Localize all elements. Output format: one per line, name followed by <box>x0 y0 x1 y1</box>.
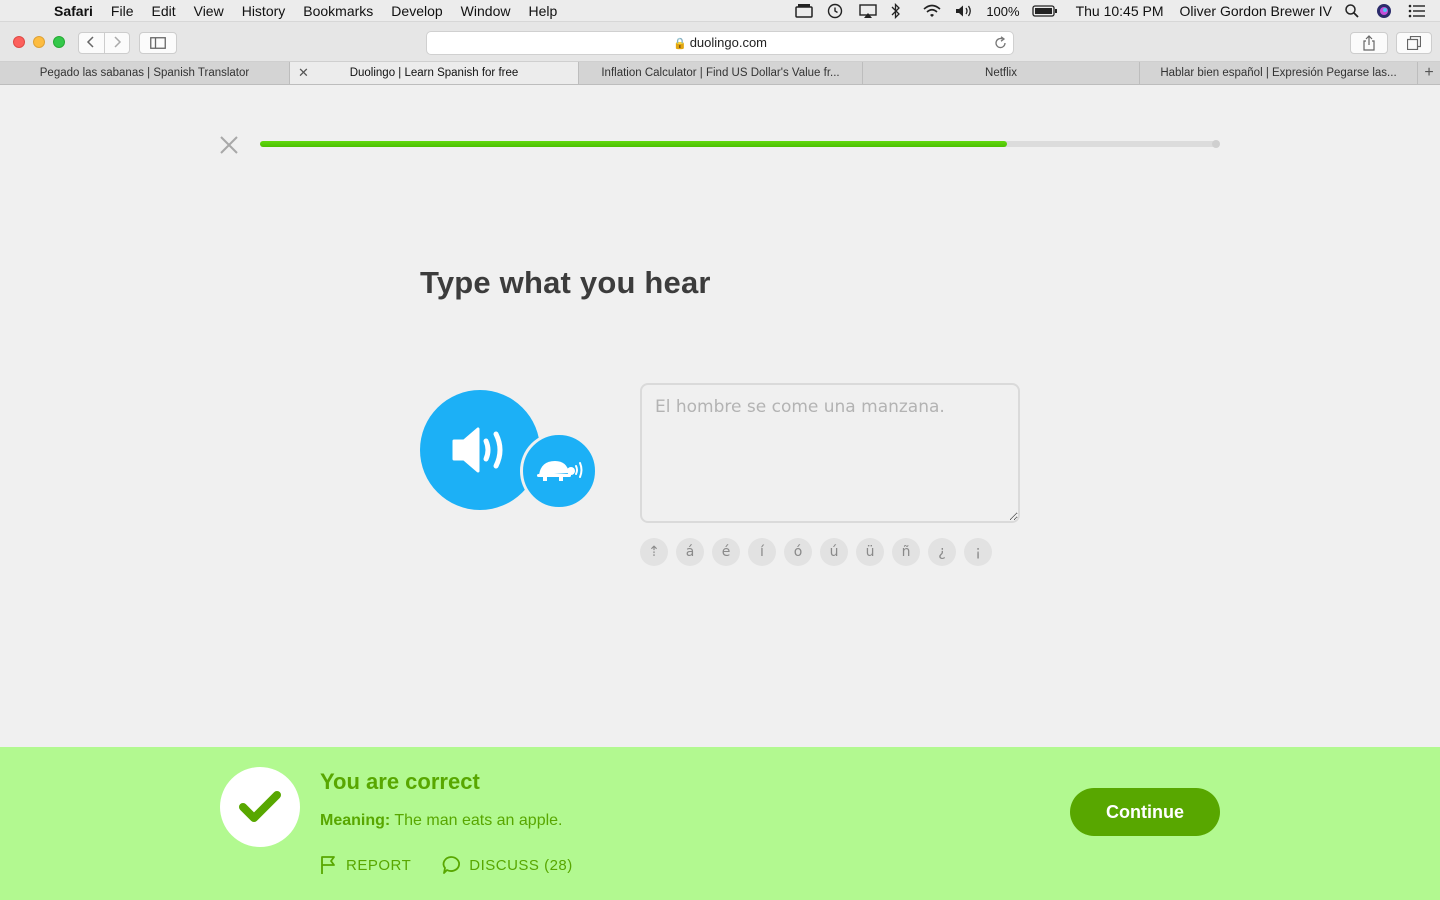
report-button[interactable]: REPORT <box>320 855 411 875</box>
play-audio-button[interactable] <box>420 390 540 510</box>
char-key-o-acute[interactable]: ó <box>784 538 812 566</box>
browser-tab[interactable]: Inflation Calculator | Find US Dollar's … <box>579 62 863 84</box>
clock[interactable]: Thu 10:45 PM <box>1076 3 1164 19</box>
tab-overview-button[interactable] <box>1396 32 1432 54</box>
lock-icon: 🔒 <box>672 38 687 50</box>
spotlight-search-icon[interactable] <box>1344 3 1364 19</box>
siri-icon[interactable] <box>1376 3 1396 19</box>
feedback-actions: REPORT DISCUSS (28) <box>320 855 573 875</box>
comment-icon <box>442 856 461 874</box>
time-machine-icon[interactable] <box>826 3 846 19</box>
menu-bar: Safari File Edit View History Bookmarks … <box>0 0 1440 22</box>
forward-button[interactable] <box>104 35 129 52</box>
volume-icon[interactable] <box>954 3 974 19</box>
tab-close-icon[interactable]: ✕ <box>298 62 309 84</box>
sidebar-icon <box>150 37 166 49</box>
address-url: duolingo.com <box>689 35 768 50</box>
turtle-icon <box>537 461 583 481</box>
correct-badge <box>220 767 300 847</box>
special-characters-keyboard: ⇡ á é í ó ú ü ñ ¿ ¡ <box>640 538 992 566</box>
char-key-n-tilde[interactable]: ñ <box>892 538 920 566</box>
airplay-icon[interactable] <box>858 3 878 19</box>
address-bar[interactable]: 🔒 duolingo.com <box>426 31 1014 55</box>
char-key-i-acute[interactable]: í <box>748 538 776 566</box>
browser-tab[interactable]: Netflix <box>863 62 1140 84</box>
play-slow-audio-button[interactable] <box>520 432 598 510</box>
continue-button[interactable]: Continue <box>1070 788 1220 836</box>
share-button[interactable] <box>1350 32 1388 54</box>
menu-app-name[interactable]: Safari <box>54 0 102 22</box>
discuss-label: DISCUSS (28) <box>469 856 573 874</box>
menu-edit[interactable]: Edit <box>142 0 184 22</box>
lesson-page: Type what you hear El hombre se come una… <box>0 85 1440 900</box>
meaning-text: The man eats an apple. <box>394 812 563 829</box>
answer-input[interactable]: El hombre se come una manzana. <box>640 383 1020 523</box>
reload-icon[interactable] <box>994 32 1007 56</box>
menu-view[interactable]: View <box>185 0 233 22</box>
bluetooth-icon[interactable] <box>890 3 910 19</box>
feedback-meaning: Meaning: The man eats an apple. <box>320 812 562 830</box>
challenge-title: Type what you hear <box>420 265 711 300</box>
char-key-e-acute[interactable]: é <box>712 538 740 566</box>
window-minimize-button[interactable] <box>33 36 45 48</box>
discuss-button[interactable]: DISCUSS (28) <box>441 855 573 875</box>
menu-history[interactable]: History <box>233 0 295 22</box>
battery-icon[interactable] <box>1031 3 1058 19</box>
feedback-panel: You are correct Meaning: The man eats an… <box>0 747 1440 900</box>
quit-lesson-icon[interactable] <box>219 135 239 155</box>
char-key-inverted-exclamation[interactable]: ¡ <box>964 538 992 566</box>
nav-buttons <box>78 32 130 54</box>
battery-percent: 100% <box>986 3 1020 19</box>
share-icon <box>1363 35 1375 51</box>
tab-bar: Pegado las sabanas | Spanish Translator … <box>0 62 1440 85</box>
window-close-button[interactable] <box>13 36 25 48</box>
speaker-icon <box>452 427 503 473</box>
browser-toolbar: 🔒 duolingo.com <box>0 22 1440 62</box>
checkmark-icon <box>239 791 281 822</box>
browser-tab-active[interactable]: ✕ Duolingo | Learn Spanish for free <box>290 62 579 84</box>
notification-center-icon[interactable] <box>1408 3 1428 19</box>
new-tab-button[interactable]: + <box>1418 62 1440 84</box>
back-button[interactable] <box>79 35 104 52</box>
shift-key[interactable]: ⇡ <box>640 538 668 566</box>
progress-end-dot <box>1212 140 1220 148</box>
chevron-left-icon <box>87 35 94 48</box>
char-key-u-acute[interactable]: ú <box>820 538 848 566</box>
window-zoom-button[interactable] <box>53 36 65 48</box>
tab-title: Duolingo | Learn Spanish for free <box>349 67 519 79</box>
lesson-progress-bar <box>260 140 1220 148</box>
tab-overview-icon <box>1407 36 1421 50</box>
flag-icon <box>321 856 335 874</box>
tab-title: Hablar bien español | Expresión Pegarse … <box>1160 67 1397 79</box>
chevron-right-icon <box>114 35 121 48</box>
menu-develop[interactable]: Develop <box>382 0 451 22</box>
user-name[interactable]: Oliver Gordon Brewer IV <box>1180 3 1333 19</box>
tab-title: Inflation Calculator | Find US Dollar's … <box>601 67 840 79</box>
menu-help[interactable]: Help <box>519 0 566 22</box>
char-key-u-umlaut[interactable]: ü <box>856 538 884 566</box>
menu-file[interactable]: File <box>102 0 143 22</box>
tab-title: Pegado las sabanas | Spanish Translator <box>39 67 250 79</box>
lesson-progress-fill <box>260 141 1008 147</box>
tab-title: Netflix <box>985 67 1017 79</box>
feedback-title: You are correct <box>320 769 480 794</box>
meaning-label: Meaning: <box>320 812 391 829</box>
sidebar-toggle-button[interactable] <box>139 32 177 54</box>
menu-bookmarks[interactable]: Bookmarks <box>294 0 382 22</box>
browser-tab[interactable]: Pegado las sabanas | Spanish Translator <box>0 62 290 84</box>
menu-window[interactable]: Window <box>452 0 520 22</box>
wifi-icon[interactable] <box>922 3 942 19</box>
char-key-a-acute[interactable]: á <box>676 538 704 566</box>
browser-tab[interactable]: Hablar bien español | Expresión Pegarse … <box>1140 62 1418 84</box>
char-key-inverted-question[interactable]: ¿ <box>928 538 956 566</box>
screen-recording-icon[interactable] <box>794 3 814 19</box>
report-label: REPORT <box>346 856 412 874</box>
